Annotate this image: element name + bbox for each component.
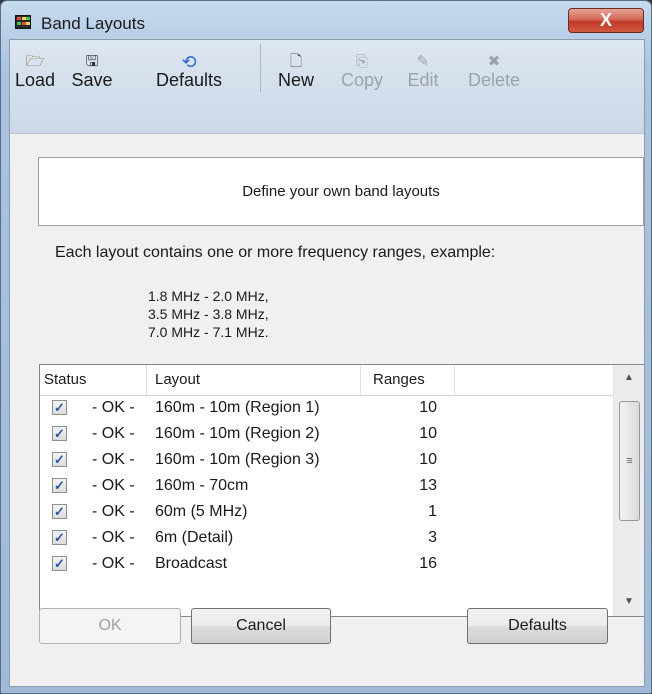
- scrollbar-thumb[interactable]: ≡: [619, 401, 640, 521]
- scroll-up-arrow-icon[interactable]: ▲: [614, 367, 644, 389]
- column-header-layout[interactable]: Layout: [155, 371, 200, 388]
- row-layout: 160m - 70cm: [155, 477, 249, 494]
- save-button[interactable]: 🖫 Save: [66, 40, 118, 96]
- info-text: Each layout contains one or more frequen…: [55, 244, 496, 261]
- row-layout: Broadcast: [155, 555, 228, 572]
- toolbar: 🗁 Load 🖫 Save ⟲ Defaults 🗋 New ⎘ Copy ✎: [10, 40, 644, 134]
- example-range-3: 7.0 MHz - 7.1 MHz.: [148, 324, 269, 340]
- header-divider[interactable]: [454, 365, 455, 395]
- checkbox[interactable]: ✓: [52, 530, 67, 545]
- title-bar[interactable]: Band Layouts X: [1, 1, 651, 35]
- example-range-1: 1.8 MHz - 2.0 MHz,: [148, 288, 269, 304]
- checkbox[interactable]: ✓: [52, 504, 67, 519]
- list-row[interactable]: ✓ - OK - 160m - 10m (Region 2) 10: [40, 422, 613, 448]
- row-status: - OK -: [92, 477, 135, 494]
- row-ranges: 10: [419, 425, 437, 442]
- list-row[interactable]: ✓ - OK - 160m - 10m (Region 3) 10: [40, 448, 613, 474]
- row-layout: 6m (Detail): [155, 529, 234, 546]
- list-row[interactable]: ✓ - OK - Broadcast 16: [40, 552, 613, 578]
- row-status: - OK -: [92, 503, 135, 520]
- row-status: - OK -: [92, 399, 135, 416]
- column-header-status[interactable]: Status: [44, 371, 87, 388]
- row-status: - OK -: [92, 529, 135, 546]
- toolbar-separator: [260, 44, 261, 92]
- list-row[interactable]: ✓ - OK - 6m (Detail) 3: [40, 526, 613, 552]
- row-ranges: 1: [428, 503, 437, 520]
- list-row[interactable]: ✓ - OK - 160m - 70cm 13: [40, 474, 613, 500]
- load-label: Load: [14, 70, 56, 90]
- defaults-button[interactable]: Defaults: [467, 608, 608, 644]
- row-ranges: 10: [419, 451, 437, 468]
- new-label: New: [277, 70, 314, 90]
- new-button[interactable]: 🗋 New: [266, 40, 326, 96]
- row-layout: 60m (5 MHz): [155, 503, 248, 520]
- example-range-2: 3.5 MHz - 3.8 MHz,: [148, 306, 269, 322]
- edit-button[interactable]: ✎ Edit: [398, 40, 448, 96]
- copy-label: Copy: [340, 70, 384, 90]
- delete-button[interactable]: ✖ Delete: [454, 40, 534, 96]
- list-header: Status Layout Ranges: [40, 365, 613, 396]
- band-layouts-window: Band Layouts X 🗁 Load 🖫 Save ⟲ Defaults …: [0, 0, 652, 694]
- vertical-scrollbar[interactable]: ▲ ≡ ▼: [613, 365, 644, 616]
- column-header-ranges[interactable]: Ranges: [373, 371, 425, 388]
- delete-label: Delete: [467, 70, 521, 90]
- row-status: - OK -: [92, 425, 135, 442]
- header-divider[interactable]: [360, 365, 361, 395]
- close-icon: X: [599, 10, 612, 30]
- header-divider[interactable]: [146, 365, 147, 395]
- row-ranges: 16: [419, 555, 437, 572]
- checkbox[interactable]: ✓: [52, 452, 67, 467]
- row-ranges: 13: [419, 477, 437, 494]
- row-ranges: 3: [428, 529, 437, 546]
- ok-button[interactable]: OK: [39, 608, 181, 644]
- cancel-button[interactable]: Cancel: [191, 608, 331, 644]
- row-layout: 160m - 10m (Region 1): [155, 399, 320, 416]
- row-layout: 160m - 10m (Region 2): [155, 425, 320, 442]
- checkbox[interactable]: ✓: [52, 556, 67, 571]
- checkbox[interactable]: ✓: [52, 426, 67, 441]
- row-status: - OK -: [92, 555, 135, 572]
- defaults-toolbar-button[interactable]: ⟲ Defaults: [124, 40, 254, 96]
- layouts-list: Status Layout Ranges ✓ - OK - 160m - 10m…: [39, 364, 644, 617]
- checkbox[interactable]: ✓: [52, 400, 67, 415]
- load-button[interactable]: 🗁 Load: [10, 40, 60, 96]
- client-area: 🗁 Load 🖫 Save ⟲ Defaults 🗋 New ⎘ Copy ✎: [9, 39, 645, 687]
- copy-button[interactable]: ⎘ Copy: [332, 40, 392, 96]
- content-pane: Define your own band layouts Each layout…: [10, 136, 644, 686]
- row-status: - OK -: [92, 451, 135, 468]
- close-button[interactable]: X: [568, 8, 644, 33]
- window-title: Band Layouts: [41, 14, 145, 33]
- checkbox[interactable]: ✓: [52, 478, 67, 493]
- row-ranges: 10: [419, 399, 437, 416]
- row-layout: 160m - 10m (Region 3): [155, 451, 320, 468]
- edit-label: Edit: [407, 70, 439, 90]
- defaults-label: Defaults: [155, 70, 223, 90]
- scroll-down-arrow-icon[interactable]: ▼: [614, 591, 644, 613]
- list-row[interactable]: ✓ - OK - 60m (5 MHz) 1: [40, 500, 613, 526]
- save-label: Save: [71, 70, 113, 90]
- banner-text: Define your own band layouts: [38, 157, 644, 226]
- app-icon: [15, 15, 31, 29]
- list-row[interactable]: ✓ - OK - 160m - 10m (Region 1) 10: [40, 396, 613, 422]
